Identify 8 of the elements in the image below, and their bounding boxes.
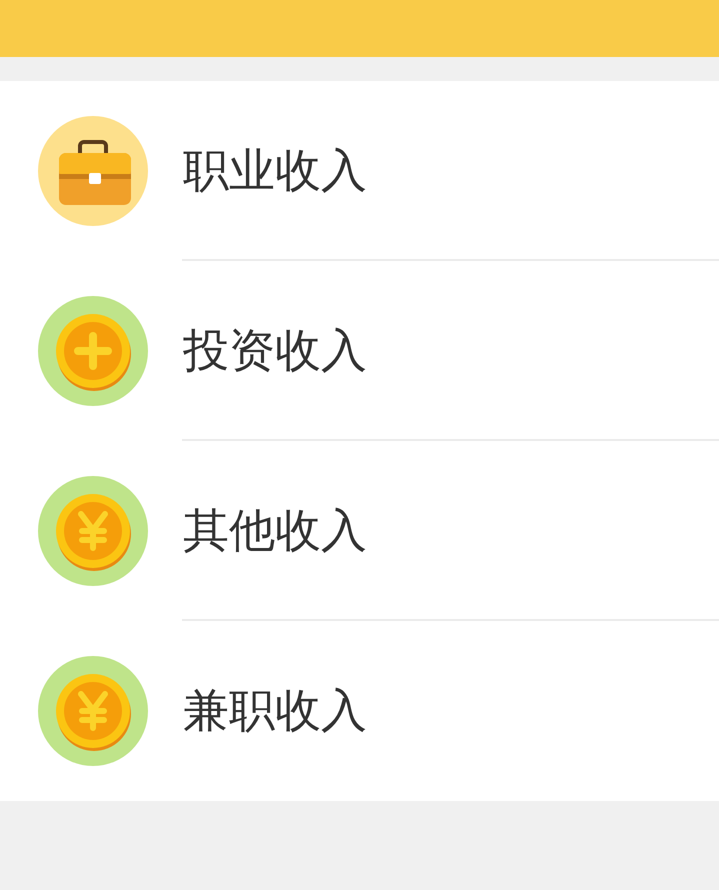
category-label[interactable]: 其他收入 [183,503,367,559]
briefcase-icon [38,116,148,226]
plus-coin-icon [38,296,148,406]
category-label[interactable]: 兼职收入 [183,683,367,739]
category-label[interactable]: 投资收入 [183,323,367,379]
category-label[interactable]: 职业收入 [183,143,367,199]
yen-coin-icon [38,476,148,586]
yen-coin-icon [38,656,148,766]
